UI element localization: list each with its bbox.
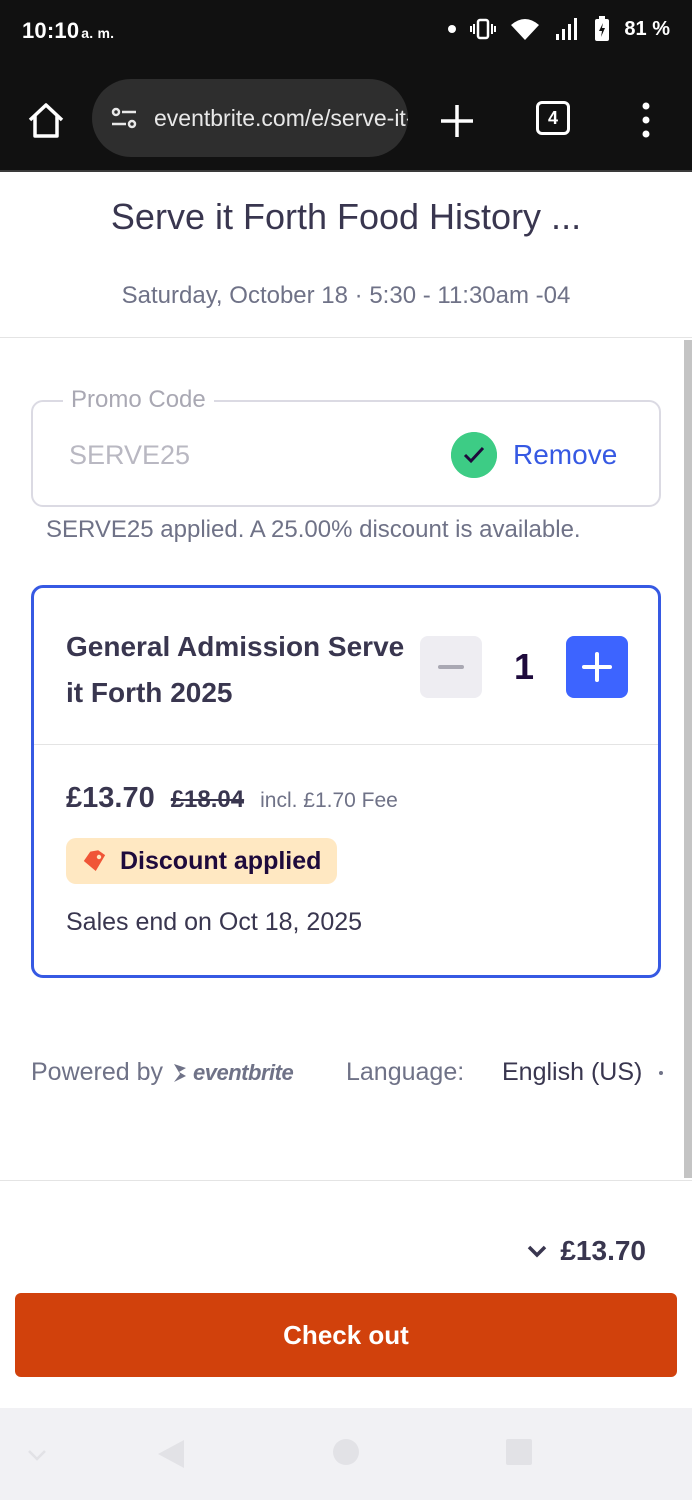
powered-by: Powered by eventbrite: [31, 1058, 294, 1087]
signal-icon: [556, 18, 578, 40]
order-total: £13.70: [560, 1235, 646, 1266]
ticket-name: General Admission Serve it Forth 2025: [66, 631, 405, 708]
event-header: Serve it Forth Food History ... Saturday…: [0, 172, 692, 338]
vibrate-icon: [470, 18, 497, 40]
status-clock: 10:10: [22, 18, 80, 43]
discount-label: Discount applied: [120, 846, 322, 875]
event-title: Serve it Forth Food History ...: [110, 196, 582, 237]
more-options-icon[interactable]: [636, 100, 656, 140]
eventbrite-logo[interactable]: eventbrite: [171, 1059, 294, 1086]
home-icon[interactable]: [24, 98, 68, 142]
keyboard-hide-icon[interactable]: [26, 1448, 48, 1462]
decrease-quantity-button[interactable]: [420, 636, 482, 698]
ticket-quantity: 1: [513, 646, 535, 687]
promo-code-value: SERVE25: [69, 440, 191, 470]
promo-code-field[interactable]: Promo Code SERVE25 Remove: [31, 386, 661, 507]
home-nav-icon[interactable]: [332, 1438, 360, 1466]
powered-by-label: Powered by: [31, 1058, 164, 1086]
site-settings-icon[interactable]: [108, 102, 140, 134]
status-ampm: a. m.: [81, 25, 115, 41]
notification-dot-icon: [448, 25, 457, 33]
order-total-toggle[interactable]: £13.70: [526, 1235, 646, 1267]
system-navigation-bar: [0, 1408, 692, 1500]
language-label: Language:: [346, 1058, 465, 1086]
recents-icon[interactable]: [505, 1438, 533, 1466]
increase-quantity-button[interactable]: [566, 636, 628, 698]
wifi-icon: [511, 19, 540, 40]
tab-switcher-button[interactable]: 4: [536, 101, 570, 135]
checkout-button[interactable]: Check out: [15, 1293, 677, 1377]
original-price: £18.04: [170, 786, 245, 813]
ticket-price: £13.70: [66, 782, 155, 814]
event-date: Saturday, October 18 · 5:30 - 11:30am -0…: [121, 282, 571, 309]
discount-badge: Discount applied: [66, 838, 338, 884]
promo-applied-message: SERVE25 applied. A 25.00% discount is av…: [46, 516, 581, 543]
url-text: eventbrite.com/e/serve-it-forth: [154, 104, 408, 131]
scrollbar[interactable]: [684, 340, 692, 1178]
check-icon: [451, 432, 497, 478]
checkout-panel: £13.70 Check out: [0, 1180, 692, 1408]
status-time: 10:10 a. m.: [22, 18, 114, 44]
sales-end-text: Sales end on Oct 18, 2025: [66, 908, 363, 936]
fee-note: incl. £1.70 Fee: [260, 789, 398, 812]
chevron-down-icon: [528, 1245, 547, 1258]
chevron-down-icon: [659, 1071, 663, 1075]
battery-percent: 81 %: [624, 17, 670, 40]
new-tab-icon[interactable]: [436, 100, 478, 142]
eventbrite-brand-text: eventbrite: [193, 1059, 294, 1085]
language-selector[interactable]: English (US): [502, 1058, 642, 1087]
promo-code-label: Promo Code: [63, 386, 214, 414]
price-row: £13.70 £18.04 incl. £1.70 Fee: [66, 782, 398, 815]
status-icons: 81 %: [448, 16, 670, 42]
tag-icon: [83, 850, 106, 872]
eventbrite-mark-icon: [174, 1063, 187, 1082]
back-icon[interactable]: [156, 1438, 186, 1470]
ticket-card: General Admission Serve it Forth 2025 1 …: [31, 585, 661, 978]
browser-toolbar: eventbrite.com/e/serve-it-forth 4: [0, 66, 692, 172]
remove-promo-button[interactable]: Remove: [513, 439, 617, 471]
status-bar: 10:10 a. m. 81 %: [0, 0, 692, 66]
battery-icon: [595, 16, 610, 41]
card-divider: [34, 744, 658, 745]
address-bar[interactable]: eventbrite.com/e/serve-it-forth: [92, 79, 408, 157]
